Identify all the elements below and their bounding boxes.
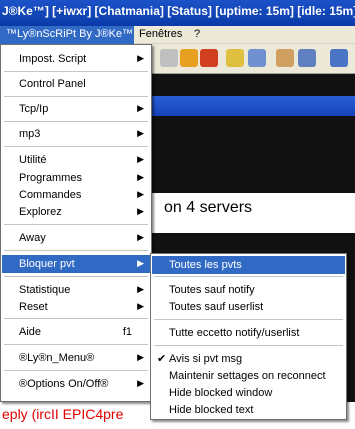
menu-item-label: Commandes (19, 189, 82, 201)
submenu-item-toutes-pvts[interactable]: Toutes les pvts (152, 256, 345, 274)
status-text: on 4 servers (152, 193, 355, 233)
menu-item-reset[interactable]: Reset ▶ (2, 298, 150, 316)
menu-item-label: Control Panel (19, 78, 86, 90)
menu-item-aide[interactable]: Aide f1 (2, 323, 150, 341)
toolbar-icon-3[interactable] (200, 49, 218, 67)
checkmark-icon: ✔ (157, 353, 167, 365)
menu-item-away[interactable]: Away ▶ (2, 229, 150, 247)
menu-separator (4, 276, 148, 277)
window-title: J®Ke™] [+iwxr] [Chatmania] [Status] [upt… (2, 4, 355, 18)
submenu-arrow-icon: ▶ (137, 301, 144, 311)
menu-item-label: Away (19, 232, 46, 244)
menu-fenetres[interactable]: Fenêtres (139, 28, 182, 40)
menu-item-tcpip[interactable]: Tcp/Ip ▶ (2, 100, 150, 118)
menu-separator (4, 250, 148, 251)
toolbar-icon-7[interactable] (298, 49, 316, 67)
submenu-item-hide-text[interactable]: Hide blocked text (152, 401, 345, 419)
menu-item-label: Toutes sauf notify (169, 284, 255, 296)
menu-item-label: Explorez (19, 206, 62, 218)
menu-item-label: Maintenir settages on reconnect (169, 370, 326, 382)
menu-item-mp3[interactable]: mp3 ▶ (2, 125, 150, 143)
menu-item-control-panel[interactable]: Control Panel (2, 75, 150, 93)
menu-separator (4, 318, 148, 319)
toolbar-icon-4[interactable] (226, 49, 244, 67)
submenu-arrow-icon: ▶ (137, 258, 144, 268)
menu-item-label: Programmes (19, 172, 82, 184)
submenu-item-sauf-userlist[interactable]: Toutes sauf userlist (152, 298, 345, 316)
menu-separator (4, 224, 148, 225)
script-menu-dropdown: Impost. Script ▶ Control Panel Tcp/Ip ▶ mp… (0, 44, 152, 402)
submenu-arrow-icon: ▶ (137, 284, 144, 294)
menu-item-label: Bloquer pvt (19, 258, 75, 270)
window-title-bar: J®Ke™] [+iwxr] [Chatmania] [Status] [upt… (0, 0, 355, 26)
menu-item-explorez[interactable]: Explorez ▶ (2, 203, 150, 221)
menu-item-lyrn-menu[interactable]: ®Ly®n_Menu® ▶ (2, 349, 150, 367)
menu-item-label: Aide (19, 326, 42, 338)
menu-item-utilite[interactable]: Utilité ▶ (2, 151, 150, 169)
menu-separator (4, 146, 148, 147)
submenu-item-hide-window[interactable]: Hide blocked window (152, 384, 345, 402)
menu-separator (154, 319, 343, 320)
submenu-item-tutte-eccetto[interactable]: Tutte eccetto notify/userlist (152, 324, 345, 342)
menu-item-programmes[interactable]: Programmes ▶ (2, 169, 150, 187)
menu-item-label: Toutes les pvts (169, 259, 242, 271)
toolbar-icon-5[interactable] (248, 49, 266, 67)
menu-item-label: ®Ly®n_Menu® (19, 352, 95, 364)
submenu-arrow-icon: ▶ (137, 53, 144, 63)
shortcut-label: f1 (122, 326, 132, 338)
menu-separator (154, 276, 343, 277)
menu-item-label: ®Options On/Off® (19, 378, 109, 390)
submenu-arrow-icon: ▶ (137, 128, 144, 138)
toolbar (152, 44, 355, 74)
menu-item-label: Hide blocked text (169, 404, 254, 416)
menu-item-label: Tcp/Ip (19, 103, 49, 115)
toolbar-icon-1[interactable] (160, 49, 178, 67)
submenu-arrow-icon: ▶ (137, 103, 144, 113)
bloquer-pvt-submenu: Toutes les pvts Toutes sauf notify Toute… (150, 253, 347, 420)
menu-item-label: Statistique (19, 284, 71, 296)
submenu-item-sauf-notify[interactable]: Toutes sauf notify (152, 281, 345, 299)
submenu-arrow-icon: ▶ (137, 232, 144, 242)
menu-help[interactable]: ? (194, 28, 200, 40)
menu-item-options-onoff[interactable]: ®Options On/Off® ▶ (2, 375, 150, 393)
menu-separator (4, 71, 148, 72)
submenu-arrow-icon: ▶ (137, 154, 144, 164)
submenu-item-maintenir[interactable]: Maintenir settages on reconnect (152, 367, 345, 385)
submenu-arrow-icon: ▶ (137, 378, 144, 388)
menu-item-bloquer-pvt[interactable]: Bloquer pvt ▶ (2, 255, 150, 273)
submenu-arrow-icon: ▶ (137, 206, 144, 216)
menu-item-label: Hide blocked window (169, 387, 273, 399)
toolbar-icon-8[interactable] (330, 49, 348, 67)
menu-item-label: Tutte eccetto notify/userlist (169, 327, 300, 339)
submenu-arrow-icon: ▶ (137, 172, 144, 182)
menu-item-label: Impost. Script (19, 53, 87, 65)
menu-item-label: Utilité (19, 154, 47, 166)
menu-item-label: mp3 (19, 128, 41, 140)
menu-item-impost-script[interactable]: Impost. Script ▶ (2, 50, 150, 68)
submenu-item-avis-pvt[interactable]: ✔ Avis si pvt msg (152, 350, 345, 368)
toolbar-icon-2[interactable] (180, 49, 198, 67)
menu-separator (4, 344, 148, 345)
toolbar-icon-6[interactable] (276, 49, 294, 67)
menu-item-statistique[interactable]: Statistique ▶ (2, 281, 150, 299)
menu-separator (4, 96, 148, 97)
menu-separator (4, 370, 148, 371)
submenu-arrow-icon: ▶ (137, 352, 144, 362)
menu-script-open[interactable]: ™Ly®nScRiPt By J®Ke™ (0, 26, 134, 44)
menu-item-commandes[interactable]: Commandes ▶ (2, 186, 150, 204)
menu-item-label: Toutes sauf userlist (169, 301, 264, 313)
submenu-arrow-icon: ▶ (137, 189, 144, 199)
menu-separator (154, 345, 343, 346)
menu-item-label: Avis si pvt msg (169, 353, 243, 365)
menu-item-label: Reset (19, 301, 48, 313)
menu-separator (4, 121, 148, 122)
